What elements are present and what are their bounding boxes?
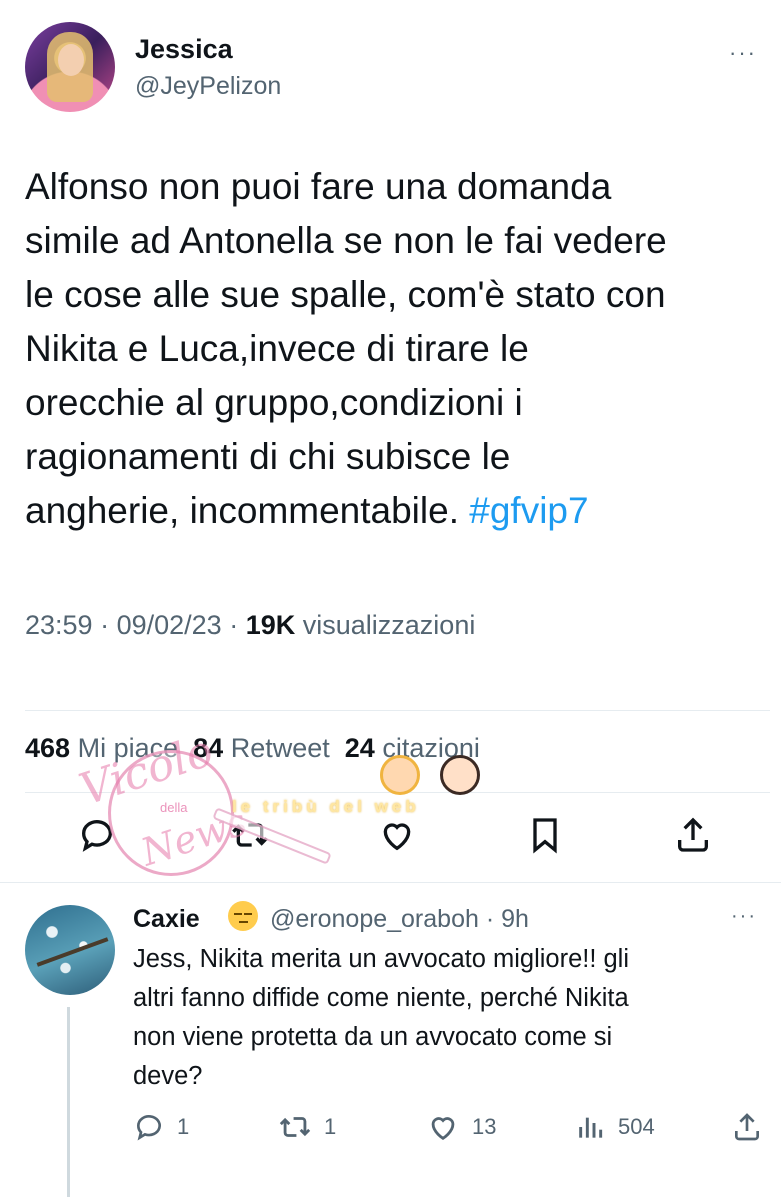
avatar-face (58, 44, 84, 76)
reply-tweet[interactable]: Caxie @eronope_oraboh · 9h ··· Jess, Nik… (0, 895, 781, 1200)
more-options-icon[interactable]: ··· (731, 905, 757, 928)
reply-views-button[interactable]: 504 (574, 1107, 655, 1147)
retweet-icon (279, 1117, 311, 1137)
unamused-face-icon (228, 901, 258, 931)
views-count: 19K (245, 610, 296, 640)
reply-avatar[interactable] (25, 905, 115, 995)
share-icon (735, 1113, 759, 1141)
avatar[interactable] (25, 22, 115, 112)
reply-handle-time[interactable]: @eronope_oraboh · 9h (270, 905, 529, 934)
retweet-count: 1 (324, 1114, 337, 1139)
tweet-line: orecchie al gruppo,condizioni i (25, 382, 523, 423)
reply-display-name[interactable]: Caxie (133, 905, 200, 934)
reply-line: altri fanno diffide come niente, perché … (133, 984, 629, 1012)
user-handle[interactable]: @JeyPelizon (135, 72, 281, 101)
tweet-line: le cose alle sue spalle, com'è stato con (25, 274, 666, 315)
reply-reply-button[interactable]: 1 (133, 1107, 189, 1147)
tweet-time[interactable]: 23:59 (25, 610, 93, 640)
tweet-text: Alfonso non puoi fare una domanda simile… (25, 160, 775, 538)
tweet-line: angherie, incommentabile. (25, 490, 459, 531)
tweet-line-last: angherie, incommentabile. #gfvip7 (25, 484, 775, 538)
like-icon (431, 1117, 455, 1141)
meta-dot: · (229, 610, 246, 640)
like-icon[interactable] (372, 810, 422, 860)
hashtag-link[interactable]: #gfvip7 (469, 490, 588, 531)
views-label: visualizzazioni (302, 610, 476, 640)
display-name[interactable]: Jessica (135, 34, 233, 65)
watermark-character (440, 755, 480, 795)
share-icon[interactable] (668, 810, 718, 860)
tweet-line: Alfonso non puoi fare una domanda (25, 166, 612, 207)
tweet-meta: 23:59 · 09/02/23 · 19K visualizzazioni (25, 610, 475, 641)
reply-retweet-button[interactable]: 1 (278, 1107, 336, 1147)
more-options-icon[interactable]: ··· (729, 40, 757, 66)
thread-line (67, 1007, 70, 1197)
views-icon (579, 1117, 603, 1138)
avatar-branch (36, 937, 109, 967)
reply-line: Jess, Nikita merita un avvocato migliore… (133, 945, 630, 973)
reply-count: 1 (177, 1114, 190, 1139)
divider (25, 710, 770, 711)
thread-divider (0, 882, 781, 883)
watermark-small: della (160, 800, 188, 815)
reply-share-button[interactable] (731, 1107, 763, 1147)
tweet-line: simile ad Antonella se non le fai vedere (25, 220, 667, 261)
tweet-line: ragionamenti di chi subisce le (25, 436, 511, 477)
reply-like-button[interactable]: 13 (426, 1107, 496, 1147)
reply-text: Jess, Nikita merita un avvocato migliore… (133, 940, 763, 1096)
meta-dot: · (100, 610, 117, 640)
like-count: 13 (472, 1114, 497, 1139)
reply-line: deve? (133, 1062, 203, 1090)
watermark-band: le tribù del web (232, 797, 420, 816)
reply-actions: 1 1 13 504 (133, 1107, 773, 1147)
reply-line: non viene protetta da un avvocato come s… (133, 1023, 613, 1051)
tweet-line: Nikita e Luca,invece di tirare le (25, 328, 529, 369)
reply-icon (137, 1115, 161, 1141)
tweet-date[interactable]: 09/02/23 (117, 610, 222, 640)
bookmark-icon[interactable] (520, 810, 570, 860)
watermark-character (380, 755, 420, 795)
views-count: 504 (618, 1114, 655, 1139)
